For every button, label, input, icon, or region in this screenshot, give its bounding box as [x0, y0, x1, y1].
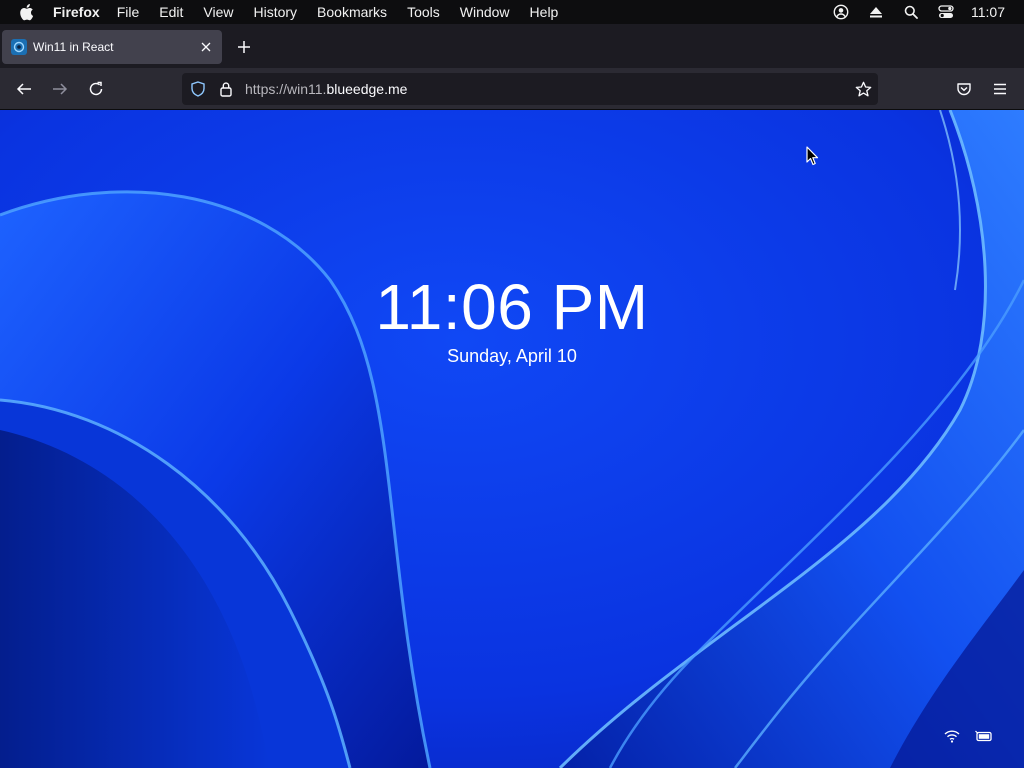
navigation-toolbar: https://win11.blueedge.me	[0, 68, 1024, 110]
pocket-icon[interactable]	[952, 77, 976, 101]
menu-history[interactable]: History	[253, 4, 297, 20]
url-prefix: https://win11.	[245, 81, 327, 97]
url-domain: blueedge.me	[326, 81, 408, 97]
menu-edit[interactable]: Edit	[159, 4, 183, 20]
menu-app-firefox[interactable]: Firefox	[53, 4, 100, 20]
apple-icon[interactable]	[18, 3, 36, 21]
eject-icon[interactable]	[866, 2, 886, 22]
url-text[interactable]: https://win11.blueedge.me	[245, 81, 854, 97]
menu-window[interactable]: Window	[460, 4, 510, 20]
url-bar[interactable]: https://win11.blueedge.me	[182, 73, 878, 105]
user-account-icon[interactable]	[831, 2, 851, 22]
site-favicon-icon	[11, 39, 27, 55]
battery-icon[interactable]	[974, 726, 994, 746]
lock-screen-date: Sunday, April 10	[447, 346, 577, 366]
menubar-clock[interactable]: 11:07	[971, 4, 1005, 20]
menu-view[interactable]: View	[203, 4, 233, 20]
hamburger-menu-icon[interactable]	[988, 77, 1012, 101]
tab-strip: Win11 in React	[0, 24, 1024, 68]
forward-icon[interactable]	[48, 77, 72, 101]
shield-icon[interactable]	[189, 80, 207, 98]
menubar-status-area: 11:07	[831, 0, 1024, 24]
tab-win11-in-react[interactable]: Win11 in React	[2, 30, 222, 64]
tab-title: Win11 in React	[33, 40, 114, 54]
lock-icon[interactable]	[217, 80, 235, 98]
menu-tools[interactable]: Tools	[407, 4, 440, 20]
reload-icon[interactable]	[84, 77, 108, 101]
spotlight-search-icon[interactable]	[901, 2, 921, 22]
macos-menu-bar: Firefox File Edit View History Bookmarks…	[0, 0, 1024, 24]
close-tab-icon[interactable]	[196, 37, 216, 57]
wifi-icon[interactable]	[942, 726, 962, 746]
lock-screen-time: 11:06 PM	[375, 271, 649, 343]
new-tab-plus-icon[interactable]	[233, 36, 255, 58]
menu-bookmarks[interactable]: Bookmarks	[317, 4, 387, 20]
bookmark-star-icon[interactable]	[854, 80, 872, 98]
menu-help[interactable]: Help	[530, 4, 559, 20]
control-center-icon[interactable]	[936, 2, 956, 22]
lock-screen[interactable]: 11:06 PM Sunday, April 10	[0, 110, 1024, 768]
wallpaper-bloom-image	[0, 110, 1024, 768]
mouse-pointer-icon	[806, 146, 819, 166]
back-icon[interactable]	[12, 77, 36, 101]
menu-file[interactable]: File	[117, 4, 140, 20]
